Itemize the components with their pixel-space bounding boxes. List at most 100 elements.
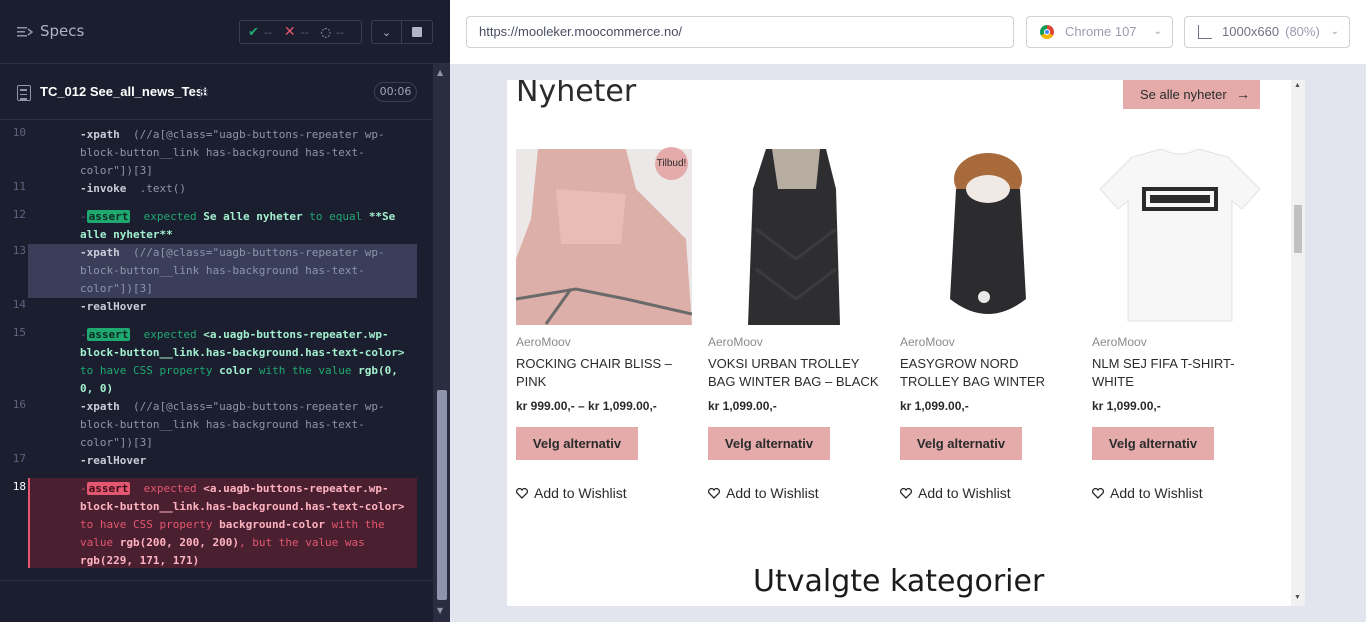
viewport-icon: [1198, 25, 1212, 39]
wishlist-label: Add to Wishlist: [918, 485, 1011, 501]
scroll-down-icon[interactable]: ▼: [1294, 594, 1301, 601]
app-scrollbar[interactable]: ▲ ▼: [1291, 80, 1305, 606]
viewport-zoom: (80%): [1285, 24, 1320, 39]
assert-badge: assert: [86, 210, 131, 223]
product-brand: AeroMoov: [1092, 335, 1147, 349]
product-brand: AeroMoov: [516, 335, 571, 349]
product-brand: AeroMoov: [900, 335, 955, 349]
command-name: -realHover: [80, 300, 147, 313]
app-preview: https://mooleker.moocommerce.no/ Chrome …: [450, 0, 1366, 622]
command-name: -realHover: [80, 454, 147, 467]
command-number: 14: [12, 298, 26, 311]
stop-icon: [412, 27, 422, 37]
command-number: 16: [12, 398, 26, 411]
assert-text: expected: [143, 328, 197, 341]
product-name[interactable]: EASYGROW NORD TROLLEY BAG WINTER: [900, 355, 1076, 391]
assert-value: rgb(200, 200, 200): [119, 536, 239, 549]
assert-text: to have CSS property: [80, 518, 213, 531]
failed-count: --: [300, 25, 309, 39]
test-header[interactable]: TC_012 See_all_news_Test js 00:06: [0, 76, 432, 120]
reporter-panel: Specs ✔ -- ✕ -- ◌ -- ⌄ TC_012 See_all_news_…: [0, 0, 450, 622]
command-args: .text(): [139, 182, 186, 195]
app-scroll-thumb[interactable]: [1294, 205, 1302, 253]
product-price: kr 1,099.00,-: [1092, 399, 1161, 413]
command-name: -xpath: [80, 400, 120, 413]
arrow-right-icon: →: [1236, 86, 1250, 102]
assert-badge: assert: [86, 328, 131, 341]
chevron-down-icon[interactable]: ⌄: [372, 21, 403, 43]
see-all-news-button[interactable]: Se alle nyheter →: [1123, 80, 1260, 109]
select-options-button[interactable]: Velg alternativ: [1092, 427, 1214, 460]
specs-label[interactable]: Specs: [40, 22, 84, 40]
command-number: 13: [12, 244, 26, 257]
product-brand: AeroMoov: [708, 335, 763, 349]
product-image[interactable]: [708, 149, 884, 325]
command-name: -xpath: [80, 246, 120, 259]
heart-icon: [516, 487, 528, 499]
add-to-wishlist-link[interactable]: Add to Wishlist: [1092, 485, 1203, 501]
select-options-button[interactable]: Velg alternativ: [900, 427, 1022, 460]
failed-icon: ✕: [283, 24, 296, 40]
heart-icon: [1092, 487, 1104, 499]
sale-badge: Tilbud!: [655, 147, 688, 180]
heart-icon: [900, 487, 912, 499]
wishlist-label: Add to Wishlist: [534, 485, 627, 501]
test-title[interactable]: TC_012 See_all_news_Test: [40, 84, 207, 99]
specs-list-icon[interactable]: [17, 24, 33, 40]
add-to-wishlist-link[interactable]: Add to Wishlist: [900, 485, 1011, 501]
pending-count: --: [336, 25, 344, 39]
product-name[interactable]: NLM SEJ FIFA T-SHIRT-WHITE: [1092, 355, 1268, 391]
preview-stage: Nyheter Se alle nyheter → AeroMoov ROCKI…: [450, 64, 1366, 622]
specs-bar: Specs ✔ -- ✕ -- ◌ -- ⌄: [0, 0, 450, 64]
select-options-button[interactable]: Velg alternativ: [516, 427, 638, 460]
passed-count: --: [263, 25, 272, 39]
command-args: (//a[@class="uagb-buttons-repeater wp-bl…: [80, 128, 385, 177]
assert-text: expected: [143, 210, 197, 223]
command-number: 10: [12, 126, 26, 139]
assert-text: to equal: [309, 210, 363, 223]
product-name[interactable]: VOKSI URBAN TROLLEY BAG WINTER BAG – BLA…: [708, 355, 884, 391]
scroll-up-icon[interactable]: ▲: [1294, 82, 1301, 89]
assert-text: with the value: [258, 364, 352, 377]
reporter-scroll-thumb[interactable]: [437, 390, 447, 600]
add-to-wishlist-link[interactable]: Add to Wishlist: [708, 485, 819, 501]
product-price: kr 999.00,- – kr 1,099.00,-: [516, 399, 657, 413]
command-number: 17: [12, 452, 26, 465]
assert-text: expected: [143, 482, 197, 495]
assert-text: , but the value was: [238, 536, 365, 549]
url-bar[interactable]: https://mooleker.moocommerce.no/: [466, 16, 1014, 48]
command-number: 12: [12, 208, 26, 221]
assert-value: background-color: [219, 518, 326, 531]
scroll-up-icon[interactable]: ▲: [437, 68, 443, 77]
divider: [0, 580, 433, 581]
product-image[interactable]: [900, 149, 1076, 325]
select-options-button[interactable]: Velg alternativ: [708, 427, 830, 460]
test-duration: 00:06: [374, 82, 417, 102]
add-to-wishlist-link[interactable]: Add to Wishlist: [516, 485, 627, 501]
command-name: -xpath: [80, 128, 120, 141]
viewport-size: 1000x660: [1222, 24, 1280, 39]
viewport-info[interactable]: 1000x660 (80%) ⌄: [1184, 16, 1350, 48]
command-args: (//a[@class="uagb-buttons-repeater wp-bl…: [80, 400, 385, 449]
document-icon: [17, 85, 31, 101]
chevron-down-icon: ⌄: [1330, 26, 1339, 37]
assert-value: Se alle nyheter: [203, 210, 303, 223]
product-image[interactable]: [1092, 149, 1268, 325]
command-number: 18: [12, 480, 26, 493]
chrome-icon: [1040, 25, 1054, 39]
assert-text: to have CSS property: [80, 364, 213, 377]
wishlist-label: Add to Wishlist: [726, 485, 819, 501]
preview-toolbar: https://mooleker.moocommerce.no/ Chrome …: [450, 0, 1366, 64]
scroll-down-icon[interactable]: ▼: [437, 606, 443, 615]
stop-button[interactable]: [402, 21, 432, 43]
product-name[interactable]: ROCKING CHAIR BLISS – PINK: [516, 355, 692, 391]
browser-selector[interactable]: Chrome 107 ⌄: [1026, 16, 1173, 48]
passed-icon: ✔: [248, 24, 259, 40]
next-section-title: Utvalgte kategorier: [753, 564, 1045, 599]
browser-name: Chrome 107: [1065, 24, 1137, 39]
heart-icon: [708, 487, 720, 499]
command-name: -invoke: [80, 182, 127, 195]
assert-value: color: [219, 364, 253, 377]
assert-value: rgb(229, 171, 171): [80, 554, 200, 567]
test-stats: ✔ -- ✕ -- ◌ --: [239, 20, 362, 44]
